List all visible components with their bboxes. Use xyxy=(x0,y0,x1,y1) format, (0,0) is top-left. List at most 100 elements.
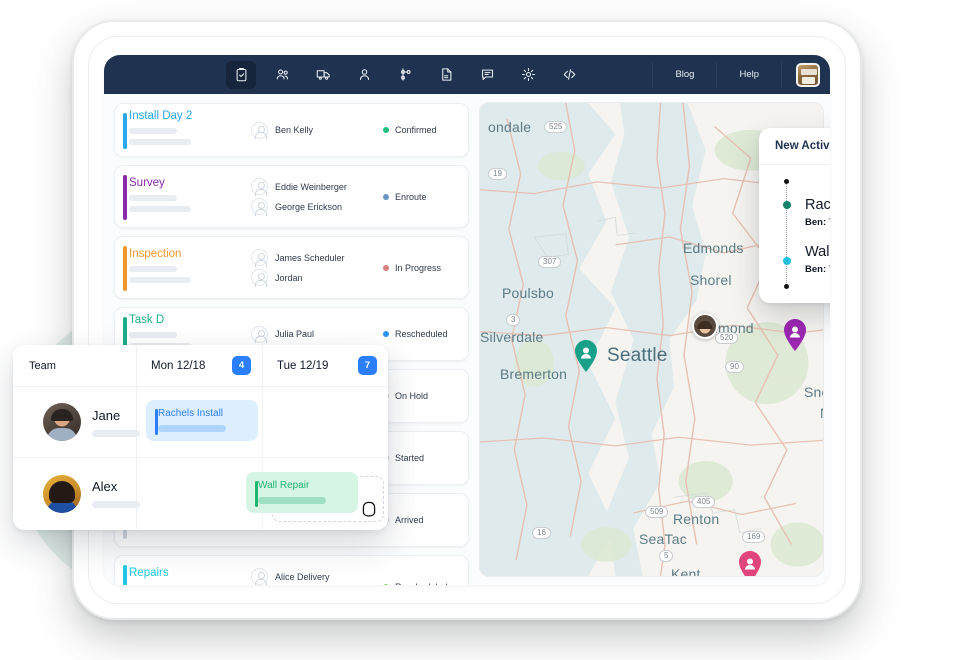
member-name-jane: Jane xyxy=(92,407,121,423)
status-dot xyxy=(383,583,389,585)
assignee-avatar-icon xyxy=(251,198,268,216)
map-place-label: Nort xyxy=(820,405,823,421)
map-place-label: Poulsbo xyxy=(502,285,554,301)
task-skeleton-line xyxy=(129,194,177,201)
nav-document-button[interactable] xyxy=(431,61,461,89)
activity-author: Ben: xyxy=(805,217,827,228)
nav-person-button[interactable] xyxy=(349,61,379,89)
new-activity-panel: New Activity Rachels InstallCREW ASSIGNE… xyxy=(759,128,830,303)
scheduler-day-header-0[interactable]: Mon 12/18 4 xyxy=(137,345,263,386)
assignee: George Erickson xyxy=(251,198,383,216)
route-shield: 169 xyxy=(742,531,766,543)
top-navigation-bar: Blog Help xyxy=(104,55,830,94)
activity-item[interactable]: Rachels InstallCREW ASSIGNED Ben: Task as… xyxy=(805,197,830,228)
task-title: Install Day 2 xyxy=(129,110,193,122)
status-dot xyxy=(383,127,389,133)
activity-item[interactable]: Wall RepairTASK RESCHEDULED Ben: Task res… xyxy=(805,244,830,275)
status-dot xyxy=(383,264,389,271)
chat-bubble-icon xyxy=(481,69,493,81)
task-card[interactable]: Repairs Alice DeliveryAsh Painter Reschedu… xyxy=(114,555,469,585)
map-pin-teal[interactable] xyxy=(573,339,599,373)
scheduler-card: Team Mon 12/18 4 Tue 12/19 7 Jane Rachel… xyxy=(13,345,388,530)
assignee-name: Eddie Weinberger xyxy=(275,181,347,192)
route-shield: 520 xyxy=(715,332,739,344)
nav-help-link[interactable]: Help xyxy=(717,61,782,88)
activity-title-row: Wall RepairTASK RESCHEDULED xyxy=(805,244,830,260)
map-place-label: Renton xyxy=(673,511,720,527)
scheduler-team-label: Team xyxy=(29,359,56,372)
status-label: In Progress xyxy=(395,262,442,273)
scheduler-row-alex: Alex Wall Repair xyxy=(13,458,388,529)
assignee-avatar-icon xyxy=(251,325,268,343)
status-dot xyxy=(383,331,389,337)
task-skeleton-line xyxy=(129,265,177,272)
map-place-label: Silverdale xyxy=(480,329,544,345)
map-pin-pink[interactable] xyxy=(737,550,763,576)
scheduler-team-header: Team xyxy=(13,345,137,386)
scheduler-day-count-1: 7 xyxy=(358,356,377,375)
assignee: Alice Delivery xyxy=(251,568,383,585)
status-label: On Hold xyxy=(395,391,429,401)
truck-icon xyxy=(316,70,330,80)
map-avatar-marker[interactable] xyxy=(692,313,718,339)
assignee-name: Jordan xyxy=(275,272,303,283)
scheduler-slot-jane-tue[interactable] xyxy=(263,387,388,457)
scheduler-member-cell-jane[interactable]: Jane xyxy=(13,387,140,457)
avatar-jane xyxy=(43,403,81,441)
activity-timeline-line xyxy=(786,179,787,289)
scheduler-day-label-1: Tue 12/19 xyxy=(277,359,329,372)
status-label: Rescheduled xyxy=(395,329,448,339)
assignee: Jordan xyxy=(251,269,383,287)
assignee-name: Julia Paul xyxy=(275,329,315,339)
task-status: Enroute xyxy=(383,192,427,202)
grabbing-hand-cursor xyxy=(362,501,376,517)
map-place-label: Snoqua xyxy=(804,384,823,400)
assignee-name: Ben Kelly xyxy=(275,125,314,135)
member-skeleton-jane xyxy=(92,429,140,437)
nav-blog-link[interactable]: Blog xyxy=(652,61,718,88)
status-label: Started xyxy=(395,453,425,463)
tablet-device-frame: Blog Help Install Day 2 Ben Kelly Confirme… xyxy=(72,20,862,620)
event-accent-bar xyxy=(155,409,158,435)
assignee-name: James Scheduler xyxy=(275,252,345,263)
event-rachels-install[interactable]: Rachels Install xyxy=(146,400,258,441)
assignee: Eddie Weinberger xyxy=(251,178,383,196)
task-status: On Hold xyxy=(383,391,428,401)
member-alex: Alex xyxy=(29,474,140,513)
status-dot xyxy=(383,193,389,200)
event-wall-repair[interactable]: Wall Repair xyxy=(246,472,358,513)
task-card[interactable]: Install Day 2 Ben Kelly Confirmed xyxy=(114,103,469,157)
task-accent-bar xyxy=(123,113,127,149)
nav-people-button[interactable] xyxy=(267,61,297,89)
member-name-alex: Alex xyxy=(92,479,118,494)
nav-settings-button[interactable] xyxy=(513,61,543,89)
assignee: Ben Kelly xyxy=(251,121,383,139)
task-skeleton-line xyxy=(129,139,191,145)
scheduler-slot-alex-mon[interactable] xyxy=(137,458,263,529)
scheduler-slot-jane-mon[interactable]: Rachels Install xyxy=(137,387,263,457)
nav-code-button[interactable] xyxy=(554,61,584,89)
task-card[interactable]: Inspection James Scheduler Jordan In Progre… xyxy=(114,236,469,299)
task-accent-bar xyxy=(123,246,127,291)
nav-truck-button[interactable] xyxy=(308,61,338,89)
nav-clipboard-check-button[interactable] xyxy=(226,60,256,89)
scheduler-member-cell-alex[interactable]: Alex xyxy=(13,458,140,529)
scheduler-day-header-1[interactable]: Tue 12/19 7 xyxy=(263,345,388,386)
map-place-label: Bremerton xyxy=(500,366,568,382)
route-shield: 19 xyxy=(488,168,507,180)
status-label: Enroute xyxy=(395,191,427,202)
task-title: Task D xyxy=(129,314,165,326)
new-activity-title: New Activity xyxy=(759,128,830,165)
new-activity-list: Rachels InstallCREW ASSIGNED Ben: Task as… xyxy=(759,165,830,303)
map-pin-purple[interactable] xyxy=(782,318,808,352)
task-title-block: Install Day 2 xyxy=(129,110,251,150)
map-place-label: Edmonds xyxy=(683,240,744,256)
nav-workflow-button[interactable] xyxy=(390,61,420,89)
assignee-avatar-icon xyxy=(251,269,268,287)
task-assignees: Eddie Weinberger George Erickson xyxy=(251,175,383,218)
user-avatar[interactable] xyxy=(796,62,820,87)
scheduler-slot-alex-tue[interactable]: Wall Repair xyxy=(246,458,388,529)
event-title-rachels-install: Rachels Install xyxy=(158,408,224,419)
task-card[interactable]: Survey Eddie Weinberger George Erickson Enr… xyxy=(114,165,469,228)
nav-chat-button[interactable] xyxy=(472,61,502,89)
